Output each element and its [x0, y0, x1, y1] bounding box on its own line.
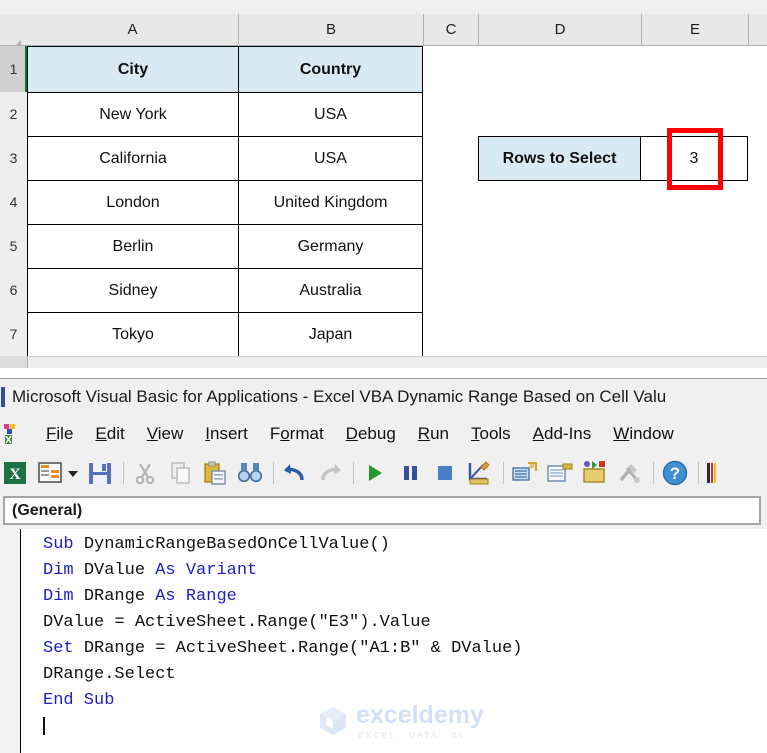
excel-logo-icon: X	[1, 459, 29, 487]
menu-item-window[interactable]: Window	[613, 424, 673, 444]
cell-b3[interactable]: USA	[238, 136, 423, 181]
dropdown-arrow-icon[interactable]	[67, 459, 79, 487]
sheet-bottom-corner	[0, 356, 28, 368]
view-excel-icon[interactable]	[36, 459, 64, 487]
column-header-b[interactable]: B	[239, 14, 424, 45]
toolbar-separator-6	[698, 462, 699, 484]
help-icon[interactable]: ?	[661, 459, 689, 487]
menu-item-tools[interactable]: Tools	[471, 424, 511, 444]
code-gutter-margin	[0, 529, 21, 753]
toolbar-separator-3	[353, 462, 354, 484]
run-icon[interactable]	[361, 459, 389, 487]
toolbar-separator-4	[503, 462, 504, 484]
red-highlight-box	[667, 128, 723, 190]
properties-window-icon[interactable]	[546, 459, 574, 487]
find-icon[interactable]	[236, 459, 264, 487]
column-header-a[interactable]: A	[27, 14, 239, 45]
cell-a5[interactable]: Berlin	[27, 224, 239, 269]
column-header-d[interactable]: D	[479, 14, 642, 45]
svg-text:?: ?	[670, 464, 680, 483]
cell-a7[interactable]: Tokyo	[27, 312, 239, 357]
cell-b4[interactable]: United Kingdom	[238, 180, 423, 225]
row-header-2[interactable]: 2	[0, 92, 28, 137]
cell-a1[interactable]: City	[27, 46, 239, 93]
column-header-e[interactable]: E	[642, 14, 749, 45]
menu-item-debug[interactable]: Debug	[346, 424, 396, 444]
design-mode-icon[interactable]	[466, 459, 494, 487]
vbe-menu-bar: File Edit View Insert Format Debug Run T…	[0, 415, 767, 454]
menu-item-file[interactable]: File	[46, 424, 73, 444]
vba-editor-window: Microsoft Visual Basic for Applications …	[0, 378, 767, 753]
code-line-5: Set DRange = ActiveSheet.Range("A1:B" & …	[43, 639, 523, 658]
text-caret	[43, 717, 45, 735]
menu-item-run[interactable]: Run	[418, 424, 449, 444]
code-line-7: End Sub	[43, 691, 115, 710]
toolbar-separator-2	[273, 462, 274, 484]
select-all-corner-button[interactable]	[0, 14, 28, 53]
vbe-toolbar: X ?	[0, 453, 767, 494]
line-position-indicator	[706, 459, 720, 487]
cell-a3[interactable]: California	[27, 136, 239, 181]
vbe-combo-bar: (General)	[0, 493, 767, 529]
cell-a4[interactable]: London	[27, 180, 239, 225]
cut-icon[interactable]	[131, 459, 159, 487]
toolbar-separator-1	[123, 462, 124, 484]
vbe-title-bar: Microsoft Visual Basic for Applications …	[0, 379, 767, 415]
toolbox-icon[interactable]	[616, 459, 644, 487]
object-browser-icon[interactable]	[581, 459, 609, 487]
cell-b6[interactable]: Australia	[238, 268, 423, 313]
cell-b2[interactable]: USA	[238, 92, 423, 137]
code-line-2: Dim DValue As Variant	[43, 561, 258, 580]
menu-item-view[interactable]: View	[147, 424, 184, 444]
vbe-title-text: Microsoft Visual Basic for Applications …	[12, 387, 667, 406]
cell-a6[interactable]: Sidney	[27, 268, 239, 313]
row-header-3[interactable]: 3	[0, 136, 28, 181]
row-header-4[interactable]: 4	[0, 180, 28, 225]
undo-icon[interactable]	[281, 459, 309, 487]
code-line-4: DValue = ActiveSheet.Range("E3").Value	[43, 613, 431, 632]
window-gap	[0, 368, 767, 378]
vbe-title-accent	[1, 387, 5, 407]
row-header-7[interactable]: 7	[0, 312, 28, 357]
code-line-3: Dim DRange As Range	[43, 587, 237, 606]
menu-item-insert[interactable]: Insert	[205, 424, 248, 444]
grid-canvas: City Country New York USA California USA…	[27, 46, 767, 357]
excel-spreadsheet-pane: A B C D E 1 2 3 4 5 6 7 City Country New…	[0, 0, 767, 370]
save-icon[interactable]	[86, 459, 114, 487]
cell-a2[interactable]: New York	[27, 92, 239, 137]
svg-text:X: X	[9, 466, 21, 483]
column-header-c[interactable]: C	[424, 14, 479, 45]
procedure-selector-dropdown[interactable]: (General)	[3, 496, 761, 525]
procedure-selector-label: (General)	[12, 501, 83, 519]
copy-icon[interactable]	[166, 459, 194, 487]
toolbar-separator-5	[653, 462, 654, 484]
row-header-6[interactable]: 6	[0, 268, 28, 313]
redo-icon[interactable]	[316, 459, 344, 487]
code-line-6: DRange.Select	[43, 665, 176, 684]
menu-item-edit[interactable]: Edit	[95, 424, 124, 444]
vba-app-icon	[2, 422, 24, 446]
menu-item-format[interactable]: Format	[270, 424, 324, 444]
menu-item-add-ins[interactable]: Add-Ins	[533, 424, 592, 444]
code-text-area[interactable]: Sub DynamicRangeBasedOnCellValue() Dim DV…	[21, 529, 767, 753]
project-explorer-icon[interactable]	[511, 459, 539, 487]
sheet-top-strip	[0, 0, 767, 14]
paste-icon[interactable]	[201, 459, 229, 487]
code-line-1: Sub DynamicRangeBasedOnCellValue()	[43, 535, 390, 554]
code-editor-pane[interactable]: Sub DynamicRangeBasedOnCellValue() Dim DV…	[0, 529, 767, 753]
column-header-f-partial[interactable]	[749, 14, 767, 45]
cell-b5[interactable]: Germany	[238, 224, 423, 269]
row-header-1[interactable]: 1	[0, 46, 28, 93]
cell-b1[interactable]: Country	[238, 46, 423, 93]
break-icon[interactable]	[396, 459, 424, 487]
cell-b7[interactable]: Japan	[238, 312, 423, 357]
rows-to-select-label-cell[interactable]: Rows to Select	[478, 136, 641, 181]
row-header-5[interactable]: 5	[0, 224, 28, 269]
reset-icon[interactable]	[431, 459, 459, 487]
